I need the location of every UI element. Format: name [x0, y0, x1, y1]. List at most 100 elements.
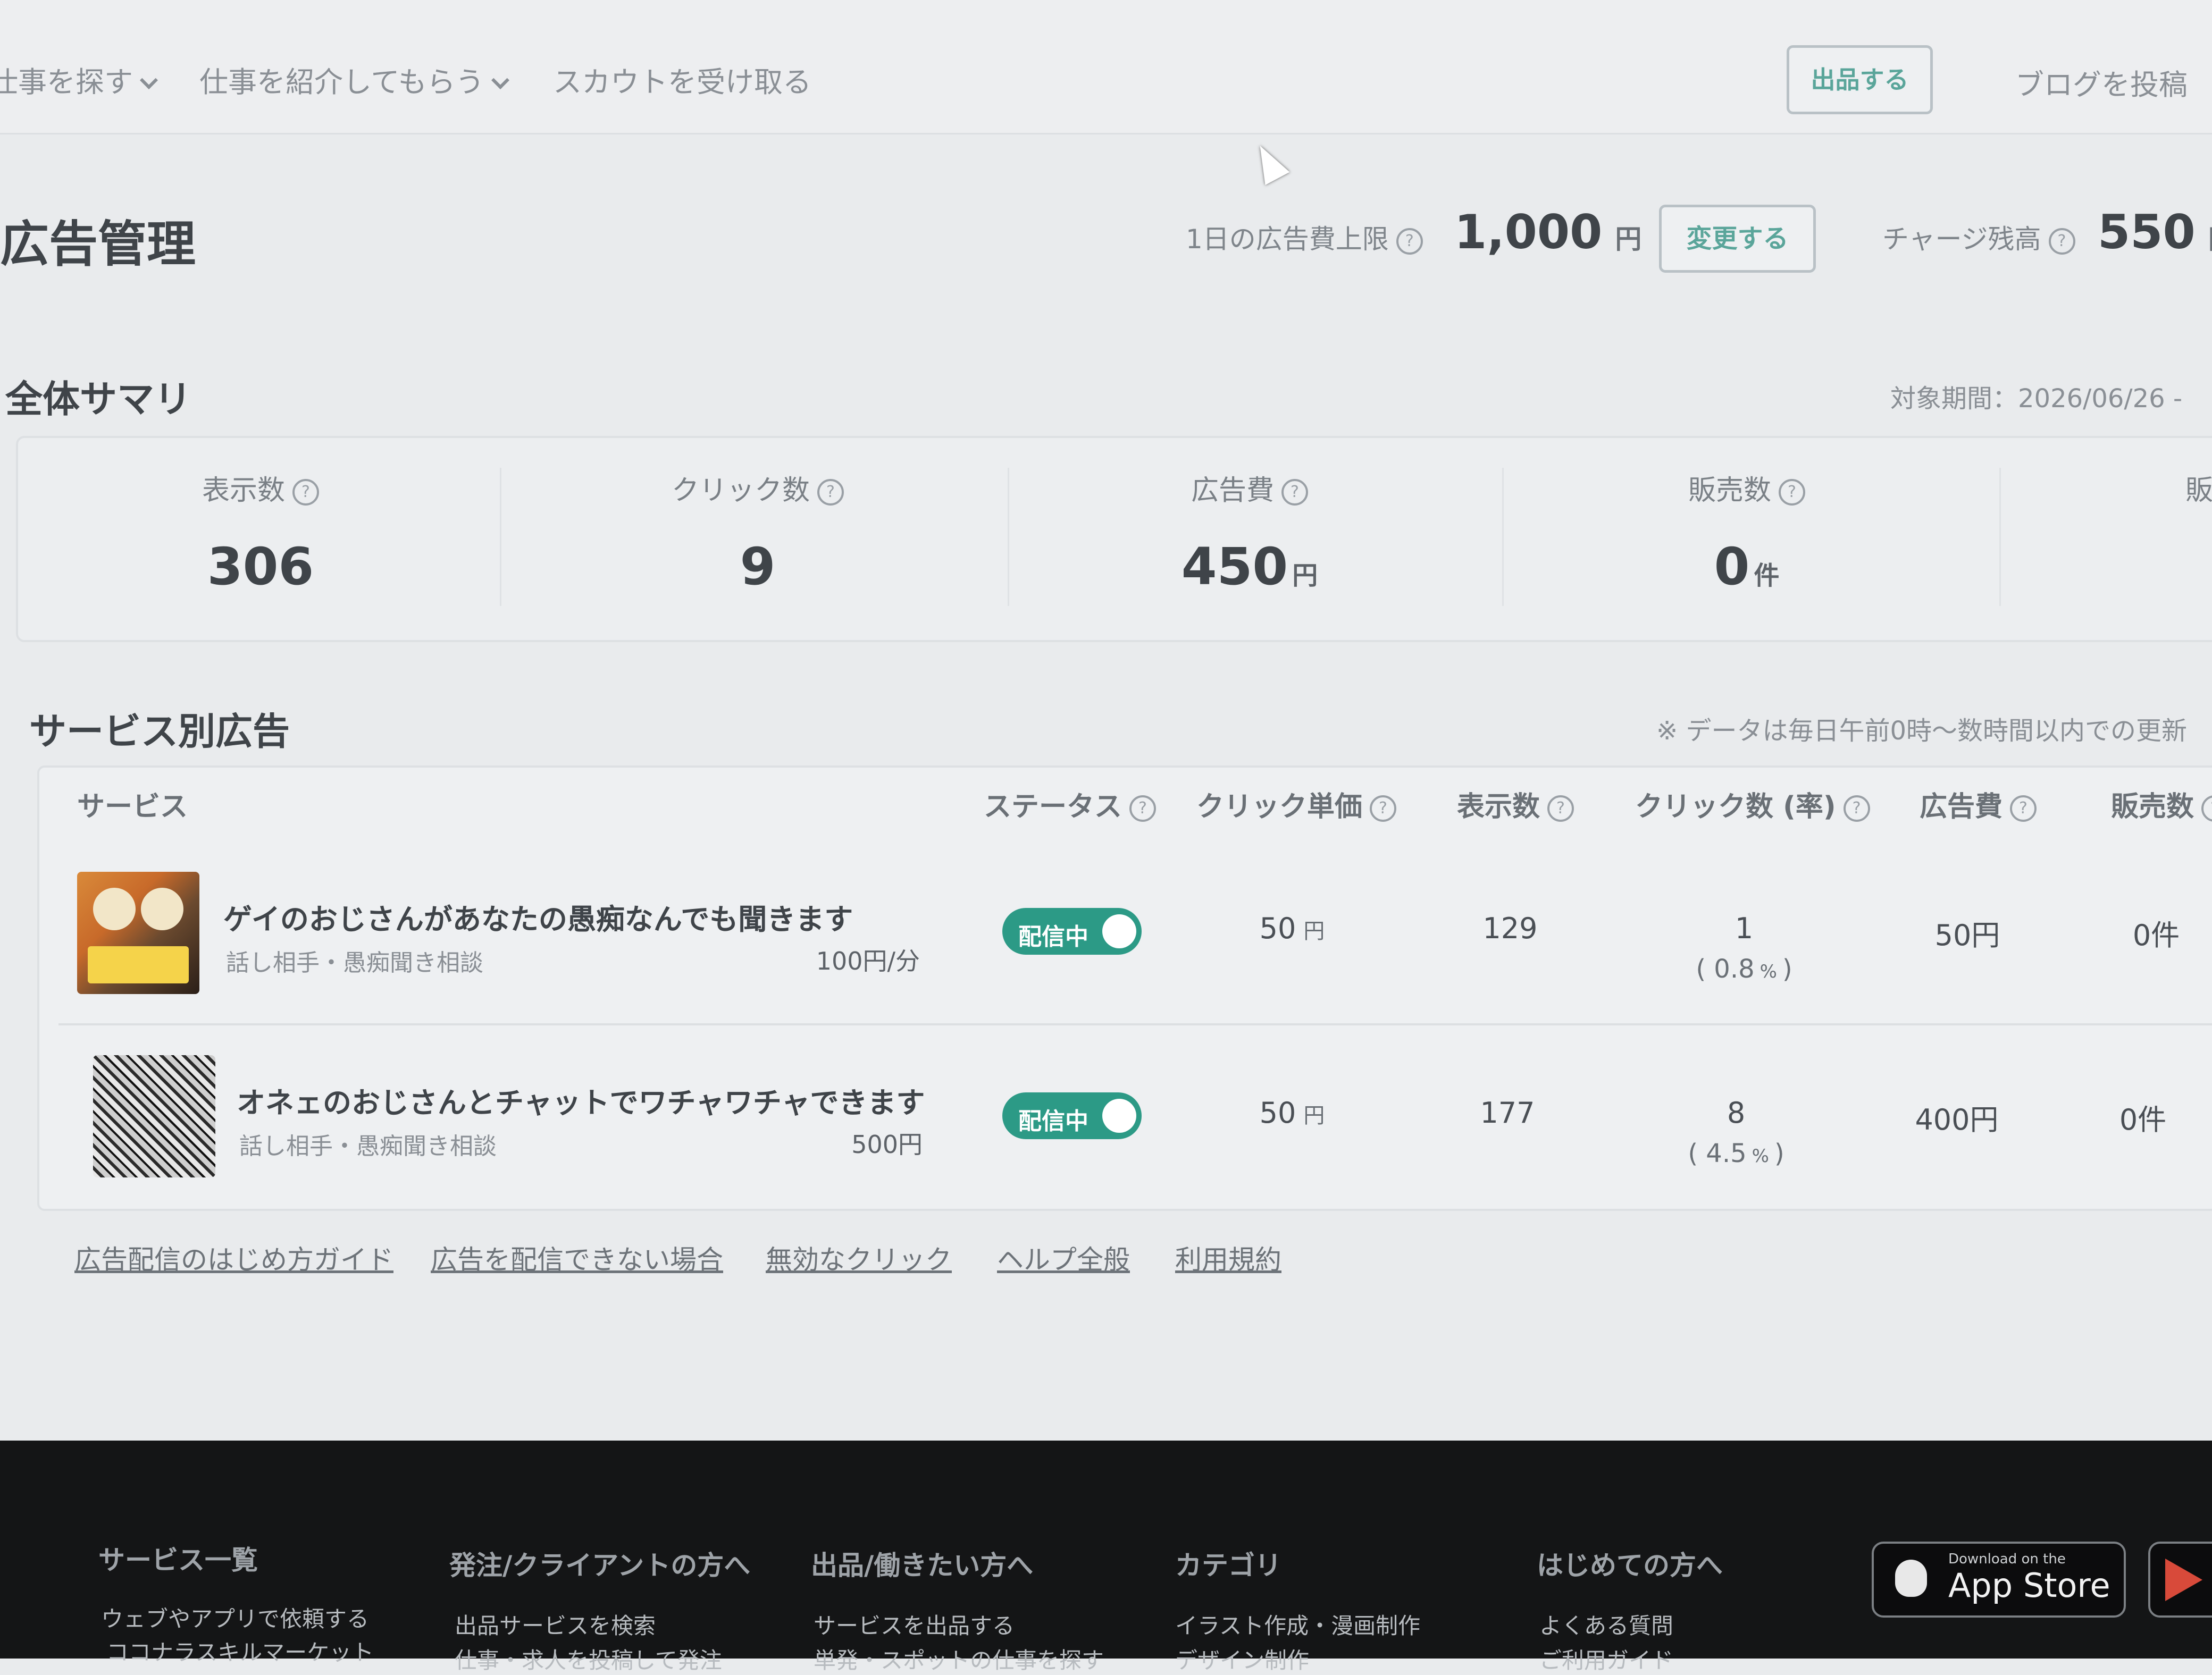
- mouse-cursor-icon: [1247, 139, 1290, 186]
- top-nav: 仕事を探す 仕事を紹介してもらう スカウトを受け取る 出品する ブログを投稿: [0, 0, 2212, 134]
- impressions-cell: 129: [1482, 912, 1538, 945]
- post-blog-link[interactable]: ブログを投稿: [2015, 61, 2188, 103]
- google-play-badge[interactable]: [2148, 1542, 2212, 1618]
- post-service-button[interactable]: 出品する: [1787, 45, 1933, 114]
- link-invalid-clicks[interactable]: 無効なクリック: [766, 1239, 952, 1277]
- play-icon: [2165, 1559, 2202, 1601]
- clicks-cell: 1: [1735, 912, 1754, 945]
- cpc-cell: 50 円: [1186, 1096, 1398, 1130]
- help-icon[interactable]: ?: [1396, 228, 1423, 255]
- chevron-down-icon: [140, 71, 158, 89]
- footer-link[interactable]: 単発・スポットの仕事を探す: [814, 1643, 1104, 1675]
- col-cpc-text: クリック単価: [1196, 791, 1363, 823]
- service-thumbnail[interactable]: [93, 1055, 215, 1177]
- help-icon[interactable]: ?: [2201, 795, 2212, 822]
- footer-col-title: サービス一覧: [98, 1545, 258, 1576]
- services-note: ※ データは毎日午前0時〜数時間以内での更新: [1656, 716, 2188, 746]
- stat-clicks-label: クリック数?: [643, 468, 872, 508]
- help-icon[interactable]: ?: [817, 479, 844, 506]
- service-title[interactable]: オネェのおじさんとチャットでワチャワチャできます: [237, 1079, 925, 1121]
- col-clicks-text: クリック数 (率): [1635, 791, 1836, 823]
- stat-spend-amount: 450: [1181, 537, 1288, 596]
- thumbnail-art: [93, 888, 136, 930]
- link-help[interactable]: ヘルプ全般: [997, 1239, 1130, 1277]
- summary-period: 対象期間：2026/06/26 -: [1890, 384, 2183, 414]
- help-icon[interactable]: ?: [1843, 795, 1870, 822]
- footer-link[interactable]: 出品サービスを検索: [455, 1608, 656, 1640]
- daily-limit-label: 1日の広告費上限?: [1186, 218, 1423, 256]
- clicks-cell: 8: [1727, 1096, 1746, 1130]
- app-store-small-text: Download on the: [1948, 1551, 2066, 1567]
- footer-link[interactable]: よくある質問: [1539, 1608, 1673, 1640]
- nav-find-jobs[interactable]: 仕事を探す: [0, 58, 158, 100]
- nav-get-referred-label: 仕事を紹介してもらう: [199, 65, 484, 99]
- toggle-knob: [1102, 1099, 1136, 1133]
- toggle-knob: [1102, 914, 1136, 948]
- stat-spend-unit: 円: [1292, 561, 1318, 591]
- help-icon[interactable]: ?: [1281, 479, 1308, 506]
- help-icon[interactable]: ?: [1779, 479, 1805, 506]
- summary-title: 全体サマリ: [5, 377, 191, 421]
- stat-sales-unit: 件: [1754, 561, 1780, 591]
- stat-impressions-label-text: 表示数: [202, 475, 285, 507]
- daily-limit-value: 1,000 円: [1454, 205, 1641, 259]
- footer-col-title: はじめての方へ: [1537, 1550, 1723, 1581]
- nav-get-referred[interactable]: 仕事を紹介してもらう: [199, 58, 509, 100]
- stat-sales-label-text: 販売数: [1688, 475, 1771, 507]
- daily-limit-amount: 1,000: [1454, 205, 1603, 259]
- chevron-down-icon: [491, 71, 509, 89]
- status-toggle[interactable]: 配信中: [1002, 1092, 1142, 1139]
- help-icon[interactable]: ?: [1370, 795, 1397, 822]
- col-service: サービス: [77, 791, 188, 823]
- col-impressions-text: 表示数: [1457, 791, 1540, 823]
- col-spend-text: 広告費: [1920, 791, 2003, 823]
- service-price: 100円/分: [816, 947, 920, 975]
- stat-sales-label: 販売数?: [1640, 468, 1853, 508]
- stat-divider: [1502, 468, 1504, 606]
- help-icon[interactable]: ?: [292, 479, 319, 506]
- help-icon[interactable]: ?: [2010, 795, 2037, 822]
- balance-amount: 550: [2098, 205, 2196, 259]
- col-status: ステータス?: [984, 784, 1157, 824]
- help-icon[interactable]: ?: [1129, 795, 1157, 822]
- app-store-text: App Store: [1948, 1566, 2110, 1605]
- sales-cell: 0件: [2132, 919, 2180, 952]
- cpc-value: 50: [1259, 912, 1296, 945]
- sales-cell: 0件: [2119, 1103, 2167, 1137]
- service-title[interactable]: ゲイのおじさんがあなたの愚痴なんでも聞きます: [223, 896, 853, 938]
- link-terms[interactable]: 利用規約: [1175, 1239, 1281, 1277]
- help-icon[interactable]: ?: [1547, 795, 1574, 822]
- thumbnail-art: [141, 888, 183, 930]
- col-sales-text: 販売数: [2111, 791, 2194, 823]
- link-ad-guide[interactable]: 広告配信のはじめ方ガイド: [74, 1239, 393, 1277]
- app-store-badge[interactable]: Download on the App Store: [1872, 1542, 2126, 1618]
- footer-link[interactable]: ウェブやアプリで依頼する: [101, 1601, 369, 1634]
- nav-scout[interactable]: スカウトを受け取る: [553, 58, 811, 100]
- status-toggle[interactable]: 配信中: [1002, 908, 1142, 955]
- footer-link[interactable]: サービスを出品する: [814, 1608, 1015, 1640]
- row-divider: [58, 1023, 2212, 1025]
- footer-link[interactable]: イラスト作成・漫画制作: [1175, 1608, 1420, 1640]
- footer-link[interactable]: ココナラスキルマーケット: [106, 1635, 374, 1667]
- footer-col-title: 発注/クライアントの方へ: [449, 1550, 751, 1581]
- footer-link[interactable]: デザイン制作: [1175, 1643, 1309, 1675]
- col-clicks: クリック数 (率)?: [1635, 784, 1870, 824]
- col-status-text: ステータス: [984, 791, 1122, 823]
- footer-link[interactable]: 仕事・求人を投稿して発注: [455, 1643, 722, 1675]
- stat-divider: [1999, 468, 2001, 606]
- change-limit-button[interactable]: 変更する: [1659, 205, 1816, 273]
- daily-limit-unit: 円: [1615, 224, 1642, 255]
- nav-find-jobs-label: 仕事を探す: [0, 65, 133, 99]
- stat-clicks-value: 9: [740, 537, 776, 596]
- click-rate-cell: ( 0.8%): [1696, 954, 1792, 984]
- service-thumbnail[interactable]: [77, 872, 199, 994]
- link-cannot-deliver[interactable]: 広告を配信できない場合: [431, 1239, 723, 1277]
- help-icon[interactable]: ?: [2048, 228, 2075, 255]
- stat-sales-value: 0件: [1640, 537, 1853, 596]
- page-title: 広告管理: [0, 216, 196, 273]
- balance-label-text: チャージ残高: [1882, 224, 2041, 255]
- stat-spend-value: 450 円: [1143, 537, 1356, 596]
- stat-revenue-label: 販: [2185, 475, 2212, 507]
- service-price: 500円: [851, 1130, 923, 1159]
- footer-link[interactable]: ご利用ガイド: [1539, 1643, 1673, 1675]
